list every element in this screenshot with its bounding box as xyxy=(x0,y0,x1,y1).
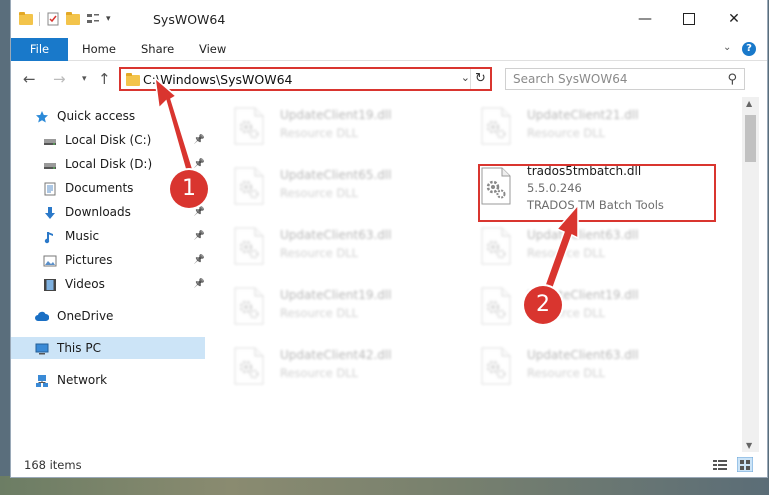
step-badge-1: 1 xyxy=(170,170,208,208)
step-badge-2: 2 xyxy=(524,286,562,324)
desktop-background xyxy=(0,476,769,495)
explorer-window: ▾ SysWOW64 — ✕ File Home Share View ⌄ ? … xyxy=(11,0,767,477)
annotation-arrows xyxy=(153,76,579,289)
